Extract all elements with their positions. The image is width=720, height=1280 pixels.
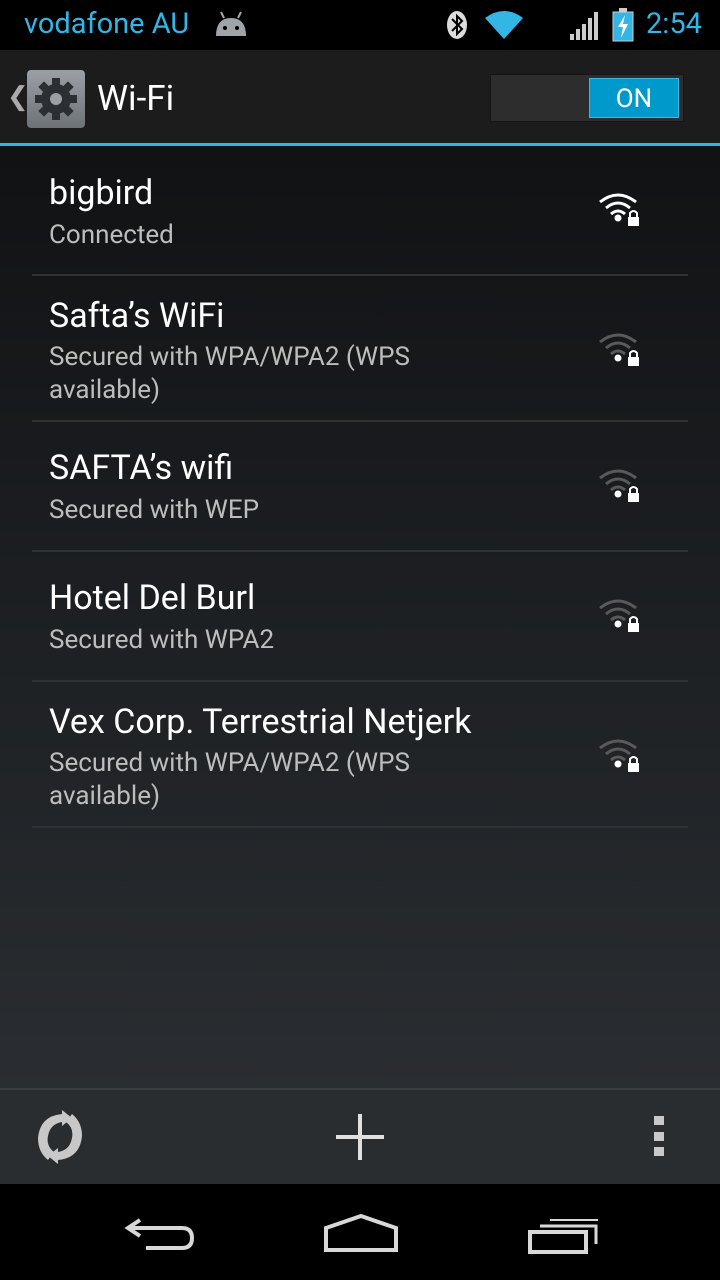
- network-status: Secured with WPA/WPA2 (WPS available): [49, 748, 410, 811]
- wifi-icon: [484, 10, 524, 44]
- clock: 2:54: [646, 7, 702, 41]
- recents-icon[interactable]: [526, 1216, 600, 1260]
- network-item[interactable]: bigbird Connected: [32, 146, 688, 276]
- back-icon[interactable]: [124, 1214, 196, 1258]
- up-navigation-icon[interactable]: ❮: [7, 82, 29, 112]
- wifi-signal-lock-icon: [598, 192, 644, 232]
- android-icon: [213, 10, 249, 42]
- bluetooth-icon: [446, 10, 468, 44]
- network-status: Secured with WPA2: [49, 625, 275, 655]
- network-ssid: Hotel Del Burl: [49, 578, 256, 618]
- wifi-signal-lock-icon: [598, 468, 644, 508]
- wps-push-icon[interactable]: [32, 1110, 88, 1168]
- status-bar: vodafone AU 2:54: [0, 0, 720, 50]
- network-ssid: bigbird: [49, 173, 154, 213]
- network-status: Secured with WPA/WPA2 (WPS available): [49, 342, 410, 405]
- network-ssid: SAFTA’s wifi: [49, 448, 234, 488]
- network-item[interactable]: Vex Corp. Terrestrial Netjerk Secured wi…: [32, 682, 688, 828]
- wifi-toggle[interactable]: ON: [490, 74, 684, 122]
- wifi-signal-lock-icon: [598, 598, 644, 638]
- network-ssid: Safta’s WiFi: [49, 296, 225, 336]
- wifi-signal-lock-icon: [598, 332, 644, 372]
- overflow-menu-icon[interactable]: [652, 1114, 666, 1162]
- cell-signal-icon: [569, 10, 603, 44]
- add-network-icon[interactable]: [334, 1112, 386, 1168]
- battery-charging-icon: [612, 8, 634, 46]
- network-item[interactable]: Hotel Del Burl Secured with WPA2: [32, 552, 688, 682]
- wifi-signal-lock-icon: [598, 738, 644, 778]
- home-icon[interactable]: [322, 1212, 400, 1260]
- network-ssid: Vex Corp. Terrestrial Netjerk: [49, 702, 472, 742]
- settings-gear-icon[interactable]: [27, 70, 85, 128]
- carrier-name: vodafone AU: [24, 7, 190, 41]
- page-title: Wi-Fi: [97, 78, 175, 119]
- network-item[interactable]: Safta’s WiFi Secured with WPA/WPA2 (WPS …: [32, 276, 688, 422]
- toggle-on-label: ON: [589, 78, 679, 118]
- network-item[interactable]: SAFTA’s wifi Secured with WEP: [32, 422, 688, 552]
- network-list: bigbird Connected Safta’s WiFi Secured w…: [0, 146, 720, 1088]
- network-status: Secured with WEP: [49, 495, 260, 525]
- network-status: Connected: [49, 220, 174, 250]
